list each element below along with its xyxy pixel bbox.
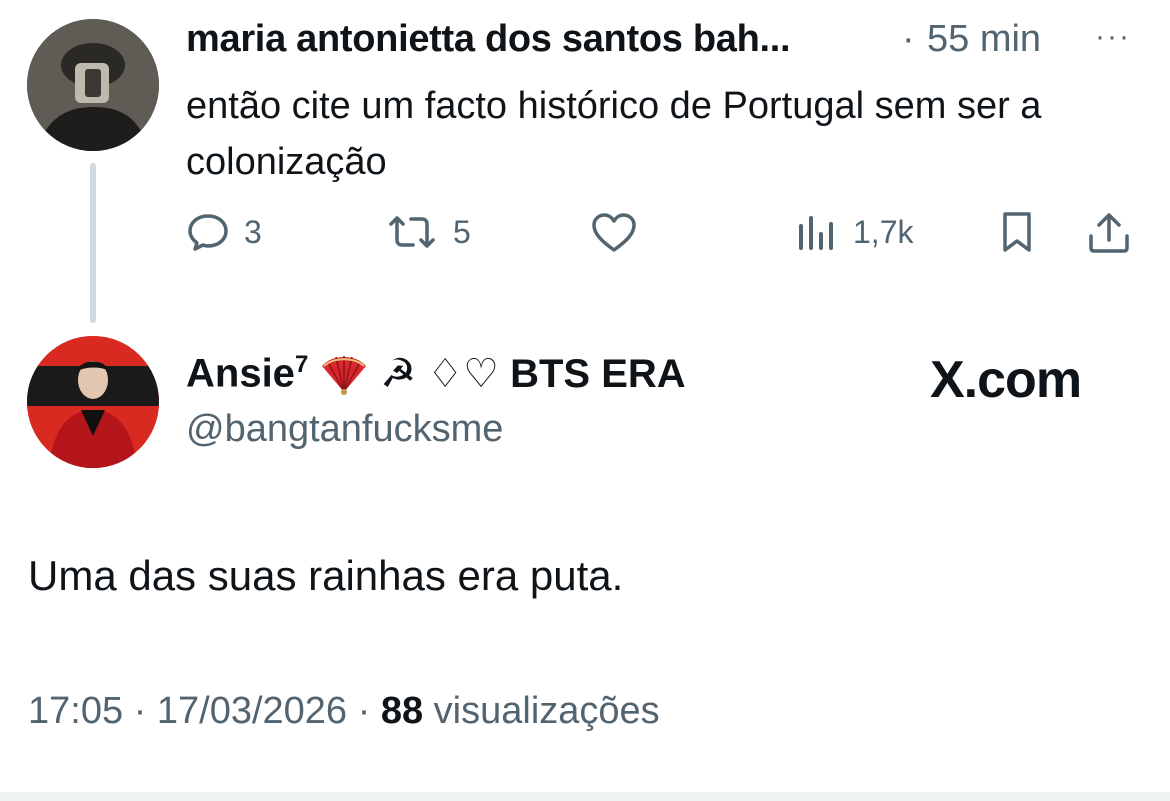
author-name[interactable]: maria antonietta dos santos bah...: [186, 18, 791, 61]
author-name-suffix: ☭ ♢♡ BTS ERA: [380, 352, 686, 396]
reply-button[interactable]: 3: [186, 212, 262, 252]
tweet-meta: 17:05 · 17/03/2026 · 88 visualizações: [28, 690, 660, 733]
author-name-ansie[interactable]: Ansie7 ☭ ♢♡ BTS ERA: [186, 351, 686, 397]
bookmark-icon: [1003, 212, 1031, 252]
time-separator: ·: [902, 18, 915, 60]
tweet-time[interactable]: 55 min: [927, 18, 1041, 61]
retweet-count: 5: [453, 213, 471, 250]
retweet-button[interactable]: 5: [385, 212, 471, 252]
views-icon: [799, 216, 833, 250]
fan-emoji-icon: [322, 356, 367, 395]
views-number: 88: [380, 690, 424, 732]
share-button[interactable]: [1086, 210, 1132, 256]
tweet-text: então cite um facto histórico de Portuga…: [186, 85, 1042, 183]
views-count: 1,7k: [853, 213, 914, 250]
retweet-icon: [389, 216, 435, 248]
author-name-text: Ansie: [186, 351, 295, 396]
views-button[interactable]: 1,7k: [795, 212, 913, 252]
x-com-watermark: X.com: [930, 351, 1082, 409]
bookmark-button[interactable]: [997, 210, 1037, 254]
heart-icon: [592, 213, 636, 252]
views-label: visualizações: [433, 690, 660, 732]
like-button[interactable]: [590, 212, 638, 254]
avatar-ansie[interactable]: [27, 336, 159, 468]
share-icon: [1089, 213, 1129, 253]
tweet-timestamp[interactable]: 17:05 · 17/03/2026 ·: [28, 690, 370, 732]
thread-connector: [90, 163, 96, 323]
reply-icon: [188, 214, 228, 251]
tweet-text-main: Uma das suas rainhas era puta.: [28, 552, 624, 599]
more-options-icon[interactable]: ···: [1095, 20, 1131, 54]
avatar-maria[interactable]: [27, 19, 159, 151]
author-name-sup: 7: [294, 351, 309, 379]
divider: [0, 792, 1170, 801]
author-handle[interactable]: @bangtanfucksme: [186, 408, 503, 451]
reply-count: 3: [244, 213, 262, 250]
